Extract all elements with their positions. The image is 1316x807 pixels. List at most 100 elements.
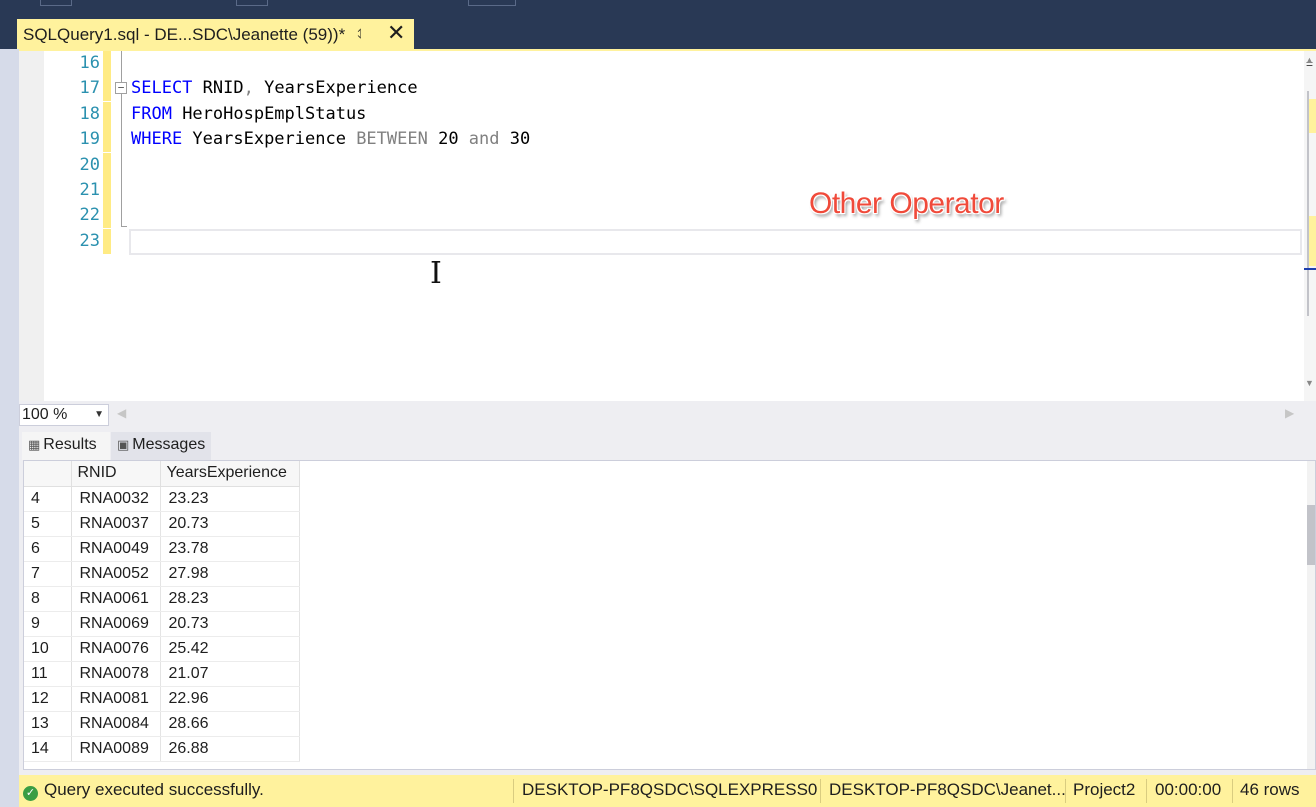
- years-experience-cell[interactable]: 26.88: [160, 736, 300, 762]
- toolbar-fragment: [236, 0, 268, 6]
- table-row[interactable]: 5 RNA0037 20.73: [24, 511, 300, 537]
- header-row: RNID YearsExperience: [24, 461, 300, 487]
- grid-scroll-thumb[interactable]: [1307, 505, 1315, 565]
- status-user: DESKTOP-PF8QSDC\Jeanet...: [829, 780, 1065, 799]
- tab-messages[interactable]: ▣ Messages: [111, 432, 211, 460]
- line-number: 20: [79, 154, 100, 175]
- code-line[interactable]: 21: [19, 178, 1304, 203]
- row-number-cell[interactable]: 11: [24, 661, 72, 687]
- editor-vertical-scrollbar[interactable]: = ▲ ▼: [1304, 51, 1316, 401]
- close-icon[interactable]: ✕: [387, 20, 405, 46]
- code-line[interactable]: 20: [19, 152, 1304, 178]
- divider: [1146, 779, 1147, 803]
- rnid-cell[interactable]: RNA0084: [71, 711, 161, 737]
- change-indicator: [103, 178, 111, 203]
- table-row[interactable]: 7 RNA0052 27.98: [24, 561, 300, 587]
- grid-vertical-scrollbar[interactable]: [1307, 461, 1315, 769]
- text-cursor-icon: I: [430, 256, 442, 291]
- years-experience-cell[interactable]: 20.73: [160, 511, 300, 537]
- current-line-highlight: [129, 229, 1302, 255]
- years-experience-cell[interactable]: 23.78: [160, 536, 300, 562]
- divider: [1065, 779, 1066, 803]
- scroll-right-icon[interactable]: ▶: [1285, 406, 1294, 420]
- table-row[interactable]: 8 RNA0061 28.23: [24, 586, 300, 612]
- column-header-rownum[interactable]: [24, 461, 72, 487]
- row-number-cell[interactable]: 13: [24, 711, 72, 737]
- change-indicator: [103, 203, 111, 229]
- sql-token: and: [468, 129, 500, 150]
- rnid-cell[interactable]: RNA0037: [71, 511, 161, 537]
- tab-results[interactable]: ▦ Results: [22, 432, 110, 460]
- rnid-cell[interactable]: RNA0069: [71, 611, 161, 637]
- rnid-cell[interactable]: RNA0049: [71, 536, 161, 562]
- change-indicator: [103, 228, 111, 254]
- collapse-toggle-icon[interactable]: −: [115, 82, 127, 94]
- zoom-bar: 100 % ▼ ◀ ▶: [19, 401, 1316, 428]
- code-line[interactable]: 17 SELECT RNID, YearsExperience: [19, 76, 1304, 102]
- row-number-cell[interactable]: 7: [24, 561, 72, 587]
- row-number-cell[interactable]: 14: [24, 736, 72, 762]
- years-experience-cell[interactable]: 21.07: [160, 661, 300, 687]
- code-line[interactable]: 22: [19, 203, 1304, 229]
- code-line[interactable]: 18 FROM HeroHospEmplStatus: [19, 101, 1304, 127]
- table-row[interactable]: 9 RNA0069 20.73: [24, 611, 300, 637]
- code-line[interactable]: 19 WHERE YearsExperience BETWEEN 20 and 3…: [19, 127, 1304, 153]
- rnid-cell[interactable]: RNA0081: [71, 686, 161, 712]
- results-grid[interactable]: RNID YearsExperience 4 RNA0032 23.23 5 RNA00…: [23, 460, 1316, 770]
- chevron-down-icon[interactable]: ▼: [94, 405, 104, 425]
- years-experience-cell[interactable]: 22.96: [160, 686, 300, 712]
- document-tab[interactable]: SQLQuery1.sql - DE...SDC\Jeanette (59))*…: [17, 19, 414, 50]
- row-number-cell[interactable]: 10: [24, 636, 72, 662]
- sql-token: ,: [243, 78, 254, 99]
- query-editor[interactable]: 16 17 SELECT RNID, YearsExperience 18 FROM H…: [19, 51, 1316, 401]
- table-row[interactable]: 11 RNA0078 21.07: [24, 661, 300, 687]
- row-number-cell[interactable]: 12: [24, 686, 72, 712]
- scroll-down-icon[interactable]: ▼: [1305, 378, 1314, 388]
- sql-token: YearsExperience: [253, 78, 418, 99]
- row-number-cell[interactable]: 5: [24, 511, 72, 537]
- row-number-cell[interactable]: 6: [24, 536, 72, 562]
- status-message: ✓ Query executed successfully.: [23, 775, 513, 807]
- table-row[interactable]: 4 RNA0032 23.23: [24, 486, 300, 512]
- row-number-cell[interactable]: 9: [24, 611, 72, 637]
- zoom-select[interactable]: 100 % ▼: [19, 404, 109, 426]
- line-number: 19: [79, 129, 100, 150]
- row-number-cell[interactable]: 4: [24, 486, 72, 512]
- years-experience-cell[interactable]: 23.23: [160, 486, 300, 512]
- pin-icon[interactable]: ⥑: [357, 25, 364, 42]
- code-line[interactable]: 16: [19, 51, 1304, 76]
- toolbar-fragment: [468, 0, 516, 6]
- caret-marker: [1304, 268, 1316, 270]
- rnid-cell[interactable]: RNA0061: [71, 586, 161, 612]
- outline-end: [121, 226, 127, 227]
- column-header-yearsexperience[interactable]: YearsExperience: [160, 461, 300, 487]
- rnid-cell[interactable]: RNA0052: [71, 561, 161, 587]
- years-experience-cell[interactable]: 20.73: [160, 611, 300, 637]
- years-experience-cell[interactable]: 27.98: [160, 561, 300, 587]
- years-experience-cell[interactable]: 28.23: [160, 586, 300, 612]
- years-experience-cell[interactable]: 25.42: [160, 636, 300, 662]
- sql-keyword: WHERE: [131, 129, 183, 150]
- table-row[interactable]: 14 RNA0089 26.88: [24, 736, 300, 762]
- years-experience-cell[interactable]: 28.66: [160, 711, 300, 737]
- scroll-up-icon[interactable]: ▲: [1305, 55, 1314, 65]
- rnid-cell[interactable]: RNA0089: [71, 736, 161, 762]
- divider: [513, 779, 514, 803]
- scroll-left-icon[interactable]: ◀: [117, 406, 126, 420]
- rnid-cell[interactable]: RNA0078: [71, 661, 161, 687]
- table-row[interactable]: 13 RNA0084 28.66: [24, 711, 300, 737]
- line-number: 16: [79, 53, 100, 73]
- column-header-rnid[interactable]: RNID: [71, 461, 161, 487]
- change-indicator: [103, 51, 111, 76]
- rnid-cell[interactable]: RNA0032: [71, 486, 161, 512]
- table-row[interactable]: 10 RNA0076 25.42: [24, 636, 300, 662]
- status-message-text: Query executed successfully.: [44, 780, 264, 799]
- row-number-cell[interactable]: 8: [24, 586, 72, 612]
- table-row[interactable]: 6 RNA0049 23.78: [24, 536, 300, 562]
- change-indicator: [103, 76, 111, 102]
- rnid-cell[interactable]: RNA0076: [71, 636, 161, 662]
- table-row[interactable]: 12 RNA0081 22.96: [24, 686, 300, 712]
- tab-messages-label: Messages: [132, 436, 206, 453]
- code-text: SELECT RNID, YearsExperience: [131, 76, 418, 101]
- divider: [1232, 779, 1233, 803]
